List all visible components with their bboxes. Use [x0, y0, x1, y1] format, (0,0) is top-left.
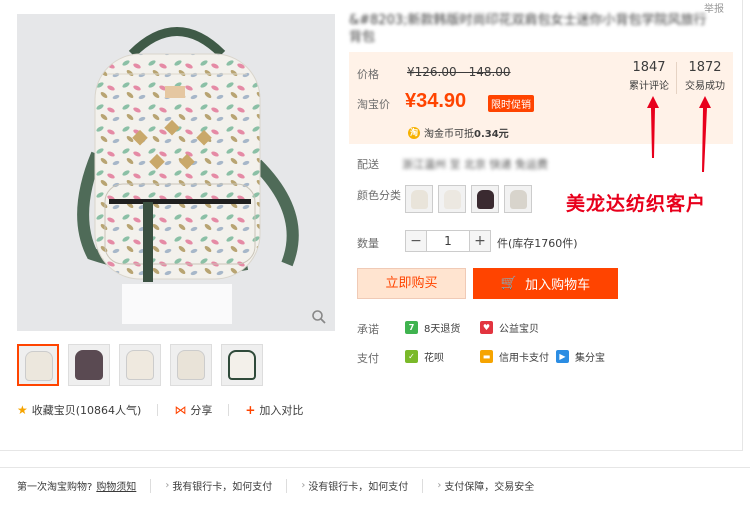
swatch-image [477, 190, 494, 209]
color-swatch-3[interactable] [471, 185, 499, 213]
plus-icon: + [245, 403, 256, 417]
report-link[interactable]: 举报 [704, 0, 724, 15]
compare-action[interactable]: + 加入对比 [245, 402, 303, 418]
reviews-stat[interactable]: 1847 累计评论 [629, 60, 669, 92]
backpack-illustration [17, 14, 335, 331]
coin-discount: 淘 淘金币可抵 0.34元 [408, 125, 509, 140]
payment-jifenbao[interactable]: ▶ 集分宝 [556, 349, 605, 364]
coin-amount: 0.34元 [474, 129, 509, 140]
chevron-right-icon: › [301, 480, 306, 491]
compare-label: 加入对比 [259, 404, 304, 417]
decrease-button[interactable]: − [405, 230, 427, 252]
swatch-image [411, 190, 428, 209]
watermark-text: 美龙达纺织客户 [566, 193, 707, 215]
chevron-right-icon: › [437, 480, 442, 491]
divider [228, 404, 230, 416]
product-title: &#8203;新款韩版时尚印花双肩包女士迷你小背包学院风旅行背包 [349, 13, 707, 45]
cart-icon: 🛒 [500, 276, 518, 291]
quantity-label: 数量 [357, 237, 379, 250]
shipping-info: 浙江温州 至 北京 快递 免运费 [402, 158, 548, 171]
thumbnail-strip [17, 344, 272, 386]
payment-credit-card[interactable]: ▬ 信用卡支付 [480, 349, 549, 364]
footer-help-bar: 第一次淘宝购物? 购物须知 › 我有银行卡，如何支付 › 没有银行卡，如何支付 … [17, 478, 534, 493]
jifenbao-icon: ▶ [556, 350, 569, 363]
shipping-label: 配送 [357, 158, 379, 171]
divider [422, 478, 424, 493]
favorite-label: 收藏宝贝 [31, 404, 76, 417]
shopping-guide-link[interactable]: 购物须知 [96, 478, 136, 493]
zoom-icon[interactable] [311, 309, 327, 325]
swatch-image [510, 190, 527, 209]
main-product-image[interactable] [17, 14, 335, 331]
thumbnail-2[interactable] [68, 344, 110, 386]
chevron-right-icon: › [165, 480, 170, 491]
first-time-text: 第一次淘宝购物? [17, 482, 93, 493]
gallery-actions: ★ 收藏宝贝 (10864人气) ⋈ 分享 + 加入对比 [17, 402, 303, 418]
return-label: 8天退货 [424, 324, 461, 335]
payment-huabei[interactable]: ✓ 花呗 [405, 349, 444, 364]
footer-divider [0, 467, 750, 468]
color-swatch-4[interactable] [504, 185, 532, 213]
thumbnail-3[interactable] [119, 344, 161, 386]
reviews-label: 累计评论 [629, 81, 669, 92]
divider [286, 478, 288, 493]
charity-label: 公益宝贝 [499, 324, 539, 335]
favorite-action[interactable]: ★ 收藏宝贝 (10864人气) [17, 402, 141, 418]
color-swatch-2[interactable] [438, 185, 466, 213]
current-price: ¥34.90 [405, 90, 467, 112]
color-label: 颜色分类 [357, 189, 401, 202]
divider [150, 478, 152, 493]
coin-icon: 淘 [408, 126, 420, 139]
guarantee-link[interactable]: 支付保障，交易安全 [444, 478, 534, 493]
divider [676, 62, 677, 94]
red-arrow-icon [699, 96, 711, 172]
panel-border [0, 450, 743, 451]
increase-button[interactable]: + [469, 230, 491, 252]
has-card-link[interactable]: 我有银行卡，如何支付 [172, 478, 272, 493]
color-swatch-1[interactable] [405, 185, 433, 213]
share-icon: ⋈ [174, 403, 187, 417]
promise-label: 承诺 [357, 323, 379, 336]
swatch-image [444, 190, 461, 209]
thumbnail-1[interactable] [17, 344, 59, 386]
add-to-cart-button[interactable]: 🛒 加入购物车 [473, 268, 618, 299]
thumbnail-4[interactable] [170, 344, 212, 386]
charity-item[interactable]: ♥ 公益宝贝 [480, 320, 539, 335]
divider [157, 404, 159, 416]
star-icon: ★ [17, 403, 28, 417]
favorite-count: (10864人气) [75, 404, 142, 417]
huabei-icon: ✓ [405, 350, 418, 363]
share-label: 分享 [190, 404, 213, 417]
credit-card-label: 信用卡支付 [499, 353, 549, 364]
add-to-cart-label: 加入购物车 [525, 278, 591, 293]
charity-icon: ♥ [480, 321, 493, 334]
thumbnail-5[interactable] [221, 344, 263, 386]
price-label: 价格 [357, 68, 379, 81]
panel-border [742, 0, 743, 450]
huabei-label: 花呗 [424, 353, 444, 364]
taobao-price-label: 淘宝价 [357, 98, 390, 111]
promo-badge: 限时促销 [488, 95, 534, 112]
credit-card-icon: ▬ [480, 350, 493, 363]
coin-text: 淘金币可抵 [424, 129, 474, 140]
sales-stat: 1872 交易成功 [685, 60, 725, 92]
sales-label: 交易成功 [685, 81, 725, 92]
quantity-stepper: − 1 + [405, 230, 491, 252]
buy-now-button[interactable]: 立即购买 [357, 268, 466, 299]
red-arrow-icon [647, 96, 659, 158]
payment-label: 支付 [357, 352, 379, 365]
return-icon: 7 [405, 321, 418, 334]
jifenbao-label: 集分宝 [575, 353, 605, 364]
original-price: ¥126.00 - 148.00 [407, 65, 511, 79]
stock-info: 件(库存1760件) [497, 237, 578, 250]
price-box: 价格 ¥126.00 - 148.00 淘宝价 ¥34.90 限时促销 淘 淘金… [349, 52, 733, 144]
share-action[interactable]: ⋈ 分享 [174, 402, 212, 418]
reviews-count: 1847 [632, 60, 666, 75]
return-policy[interactable]: 7 8天退货 [405, 320, 460, 335]
no-card-link[interactable]: 没有银行卡，如何支付 [308, 478, 408, 493]
quantity-input[interactable]: 1 [427, 230, 469, 252]
sales-count: 1872 [688, 60, 722, 75]
